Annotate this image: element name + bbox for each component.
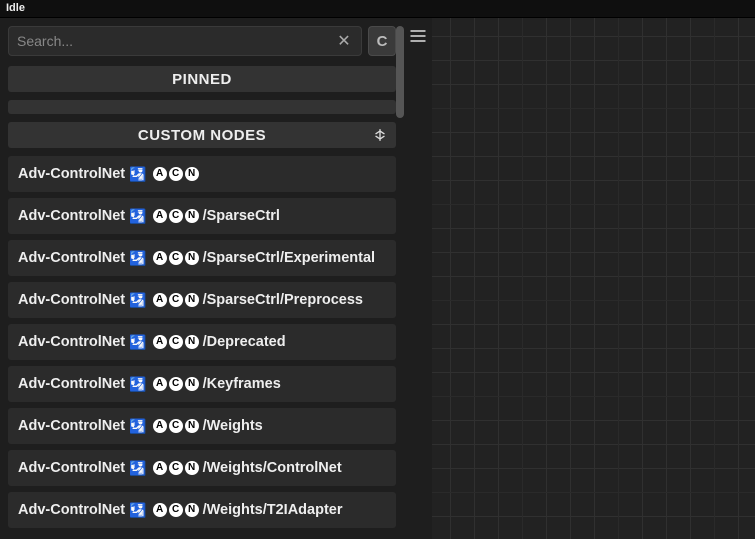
badge-circle: C bbox=[169, 419, 183, 433]
badge-circle: A bbox=[153, 503, 167, 517]
node-item[interactable]: Adv-ControlNet🛂 ACN bbox=[8, 156, 396, 192]
node-badges: ACN bbox=[153, 209, 199, 223]
node-suffix: /Weights/T2IAdapter bbox=[203, 502, 343, 518]
section-custom-label: CUSTOM NODES bbox=[138, 127, 266, 144]
passport-control-icon: 🛂 bbox=[129, 502, 146, 519]
node-suffix: /SparseCtrl/Preprocess bbox=[203, 292, 363, 308]
badge-circle: C bbox=[169, 461, 183, 475]
node-item[interactable]: Adv-ControlNet🛂 ACN/SparseCtrl/Experiment… bbox=[8, 240, 396, 276]
section-pinned-label: PINNED bbox=[172, 71, 232, 88]
clear-search-icon[interactable]: ✕ bbox=[335, 32, 353, 50]
badge-circle: A bbox=[153, 461, 167, 475]
node-item[interactable]: Adv-ControlNet🛂 ACN/Weights/ControlNet bbox=[8, 450, 396, 486]
status-text: Idle bbox=[6, 2, 25, 14]
pinned-empty-bar bbox=[8, 100, 396, 114]
badge-circle: C bbox=[169, 251, 183, 265]
passport-control-icon: 🛂 bbox=[129, 460, 146, 477]
badge-circle: A bbox=[153, 251, 167, 265]
badge-circle: C bbox=[169, 377, 183, 391]
node-suffix: /SparseCtrl/Experimental bbox=[203, 250, 375, 266]
node-prefix: Adv-ControlNet bbox=[18, 292, 125, 308]
node-prefix: Adv-ControlNet bbox=[18, 502, 125, 518]
badge-circle: N bbox=[185, 335, 199, 349]
node-prefix: Adv-ControlNet bbox=[18, 250, 125, 266]
node-suffix: /SparseCtrl bbox=[203, 208, 280, 224]
sidebar: ✕ C PINNED CUSTOM NODES Adv-ControlNet🛂A… bbox=[0, 18, 404, 539]
node-prefix: Adv-ControlNet bbox=[18, 166, 125, 182]
search-box[interactable]: ✕ bbox=[8, 26, 362, 56]
node-badges: ACN bbox=[153, 377, 199, 391]
badge-circle: N bbox=[185, 419, 199, 433]
badge-circle: C bbox=[169, 167, 183, 181]
node-prefix: Adv-ControlNet bbox=[18, 376, 125, 392]
node-item[interactable]: Adv-ControlNet🛂 ACN/Weights bbox=[8, 408, 396, 444]
collapse-label: C bbox=[377, 33, 388, 50]
node-prefix: Adv-ControlNet bbox=[18, 334, 125, 350]
titlebar: Idle bbox=[0, 0, 755, 18]
node-suffix: /Deprecated bbox=[203, 334, 286, 350]
node-badges: ACN bbox=[153, 293, 199, 307]
node-list: Adv-ControlNet🛂ACNAdv-ControlNet🛂ACN/Spa… bbox=[8, 156, 396, 528]
passport-control-icon: 🛂 bbox=[129, 376, 146, 393]
section-pinned[interactable]: PINNED bbox=[8, 66, 396, 92]
search-input[interactable] bbox=[17, 33, 335, 49]
node-badges: ACN bbox=[153, 461, 199, 475]
node-prefix: Adv-ControlNet bbox=[18, 460, 125, 476]
passport-control-icon: 🛂 bbox=[129, 166, 146, 183]
collapse-all-icon[interactable] bbox=[370, 126, 390, 144]
passport-control-icon: 🛂 bbox=[129, 250, 146, 267]
badge-circle: A bbox=[153, 335, 167, 349]
passport-control-icon: 🛂 bbox=[129, 292, 146, 309]
node-badges: ACN bbox=[153, 503, 199, 517]
badge-circle: A bbox=[153, 293, 167, 307]
badge-circle: C bbox=[169, 293, 183, 307]
badge-circle: N bbox=[185, 461, 199, 475]
badge-circle: A bbox=[153, 377, 167, 391]
node-badges: ACN bbox=[153, 419, 199, 433]
canvas-grid[interactable] bbox=[432, 18, 755, 539]
node-badges: ACN bbox=[153, 251, 199, 265]
node-item[interactable]: Adv-ControlNet🛂 ACN/SparseCtrl/Preprocess bbox=[8, 282, 396, 318]
passport-control-icon: 🛂 bbox=[129, 208, 146, 225]
node-prefix: Adv-ControlNet bbox=[18, 208, 125, 224]
collapse-button[interactable]: C bbox=[368, 26, 396, 56]
badge-circle: A bbox=[153, 419, 167, 433]
node-badges: ACN bbox=[153, 335, 199, 349]
node-item[interactable]: Adv-ControlNet🛂 ACN/SparseCtrl bbox=[8, 198, 396, 234]
search-row: ✕ C bbox=[8, 26, 396, 56]
node-suffix: /Weights bbox=[203, 418, 263, 434]
badge-circle: N bbox=[185, 377, 199, 391]
node-suffix: /Keyframes bbox=[203, 376, 281, 392]
node-item[interactable]: Adv-ControlNet🛂 ACN/Deprecated bbox=[8, 324, 396, 360]
scrollbar-thumb[interactable] bbox=[396, 26, 404, 118]
badge-circle: A bbox=[153, 209, 167, 223]
node-badges: ACN bbox=[153, 167, 199, 181]
passport-control-icon: 🛂 bbox=[129, 418, 146, 435]
badge-circle: N bbox=[185, 293, 199, 307]
passport-control-icon: 🛂 bbox=[129, 334, 146, 351]
badge-circle: C bbox=[169, 209, 183, 223]
main: ✕ C PINNED CUSTOM NODES Adv-ControlNet🛂A… bbox=[0, 18, 755, 539]
node-suffix: /Weights/ControlNet bbox=[203, 460, 342, 476]
toolbar-column bbox=[404, 18, 432, 539]
section-custom[interactable]: CUSTOM NODES bbox=[8, 122, 396, 148]
node-item[interactable]: Adv-ControlNet🛂 ACN/Weights/T2IAdapter bbox=[8, 492, 396, 528]
menu-icon[interactable] bbox=[408, 26, 428, 46]
badge-circle: C bbox=[169, 503, 183, 517]
badge-circle: N bbox=[185, 503, 199, 517]
badge-circle: N bbox=[185, 251, 199, 265]
badge-circle: N bbox=[185, 167, 199, 181]
sidebar-scroll: ✕ C PINNED CUSTOM NODES Adv-ControlNet🛂A… bbox=[0, 18, 404, 539]
badge-circle: A bbox=[153, 167, 167, 181]
badge-circle: N bbox=[185, 209, 199, 223]
badge-circle: C bbox=[169, 335, 183, 349]
node-prefix: Adv-ControlNet bbox=[18, 418, 125, 434]
node-item[interactable]: Adv-ControlNet🛂 ACN/Keyframes bbox=[8, 366, 396, 402]
